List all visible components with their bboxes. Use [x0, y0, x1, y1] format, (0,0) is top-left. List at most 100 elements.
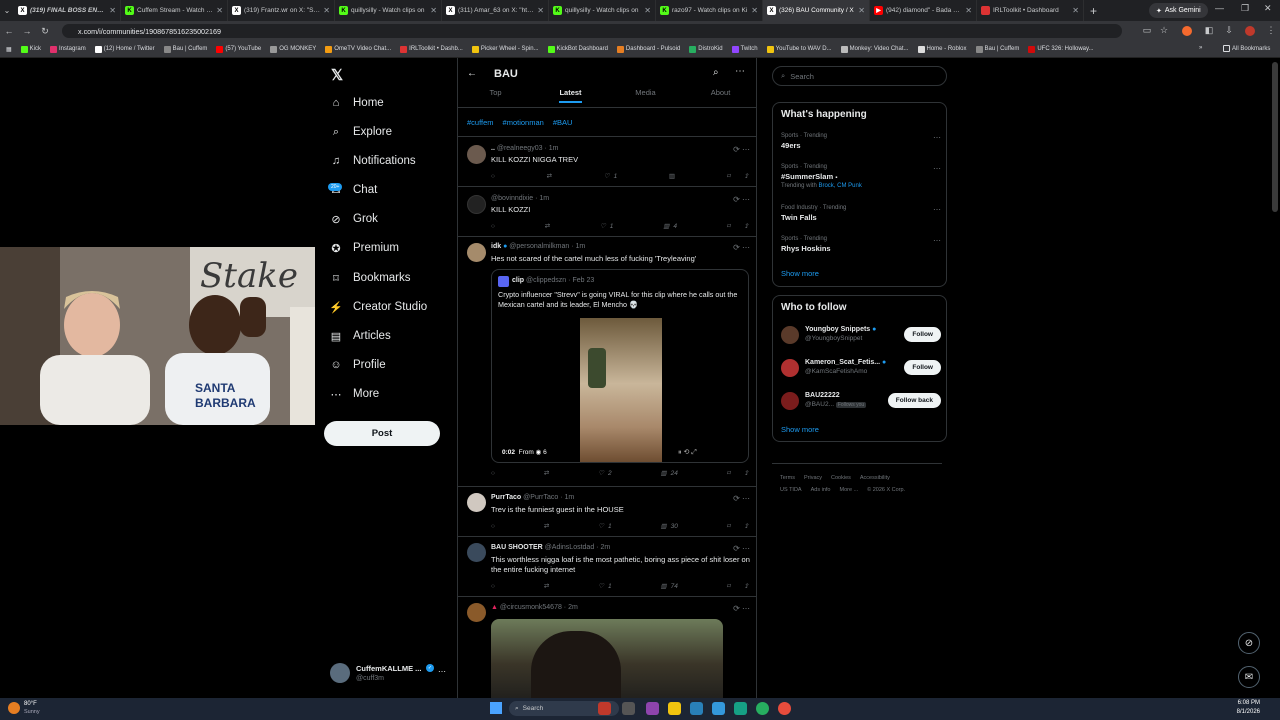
file-explorer-icon[interactable] [668, 702, 681, 715]
views-button[interactable]: ▥ 24 [660, 469, 677, 478]
back-icon[interactable]: ← [0, 26, 18, 36]
post-handle[interactable]: @PurrTaco [523, 494, 558, 501]
show-more-link[interactable]: Show more [781, 425, 819, 434]
hashtag-link[interactable]: #BAU [553, 118, 573, 127]
post-more-icon[interactable]: ⟳ ⋯ [733, 243, 750, 252]
avatar[interactable] [467, 243, 486, 262]
post-handle[interactable]: @circusmonk54678 [500, 604, 562, 611]
post-more-icon[interactable]: ⟳ ⋯ [733, 494, 750, 503]
weather-icon[interactable] [8, 702, 20, 714]
post-handle[interactable]: @realneegy03 [497, 145, 543, 152]
browser-tab[interactable]: K Cuffem Stream - Watch Liv ✕ [121, 0, 228, 21]
star-icon[interactable]: ☆ [1155, 25, 1173, 36]
trend-meta-links[interactable]: Brock, CM Punk [818, 183, 861, 189]
ask-gemini-button[interactable]: ✦ Ask Gemini [1149, 3, 1208, 18]
close-icon[interactable]: ✕ [537, 6, 544, 15]
views-button[interactable]: ▥ 4 [663, 222, 677, 231]
post-more-icon[interactable]: ⟳ ⋯ [733, 604, 750, 613]
share-icon[interactable]: ⇪ [744, 522, 749, 530]
bookmark-item[interactable]: YouTube to WAV D... [766, 45, 832, 53]
bookmark-item[interactable]: Instagram [50, 45, 86, 53]
avatar[interactable] [467, 145, 486, 164]
close-icon[interactable]: ✕ [1072, 6, 1079, 15]
nav-home[interactable]: ⌂ Home [330, 97, 384, 109]
bookmark-icon[interactable]: ⌑ [727, 582, 730, 590]
bookmark-item[interactable]: (57) YouTube [216, 45, 261, 53]
close-icon[interactable]: ✕ [644, 6, 651, 15]
footer-link[interactable]: Privacy [804, 475, 822, 481]
bookmark-item[interactable]: Bau | Cuffem [975, 45, 1019, 53]
extension-icon[interactable] [1182, 26, 1192, 36]
hashtag-link[interactable]: #motionman [503, 118, 544, 127]
post-handle[interactable]: @personalmilkman [509, 243, 569, 250]
follow-suggestion[interactable]: Youngboy Snippets ● @YoungboySnippet Fol… [781, 324, 941, 348]
avatar[interactable] [467, 195, 486, 214]
search-icon[interactable]: ⌕ [713, 67, 719, 78]
footer-link[interactable]: Ads info [811, 487, 831, 493]
nav-premium[interactable]: ✪ Premium [330, 242, 399, 255]
share-icon[interactable]: ⇪ [744, 222, 749, 230]
post-more-icon[interactable]: ⟳ ⋯ [733, 544, 750, 553]
close-icon[interactable]: ✕ [323, 6, 330, 15]
reply-icon[interactable]: ○ [491, 172, 495, 180]
nav-more[interactable]: ⋯ More [330, 388, 380, 401]
post-author[interactable]: idk [491, 243, 501, 250]
reply-icon[interactable]: ○ [491, 469, 495, 477]
bookmarks-overflow-icon[interactable]: » [1199, 45, 1202, 51]
post-handle[interactable]: @bovinndixie [491, 195, 533, 202]
nav-articles[interactable]: ▤ Articles [330, 330, 391, 343]
bookmark-item[interactable]: (12) Home / Twitter [94, 45, 155, 53]
more-icon[interactable]: ⋯ [933, 236, 941, 245]
tab-search-icon[interactable]: ⌄ [0, 6, 14, 15]
account-switcher[interactable]: CuffemKALLME ... ✓ @cuff3m ⋯ [330, 663, 452, 687]
post[interactable]: @bovinndixie · 1m ⟳ ⋯ KILL KOZZI ○ ⇄ ♡ 1 … [458, 186, 756, 236]
tab-media[interactable]: Media [608, 86, 683, 106]
footer-link[interactable]: Terms [780, 475, 795, 481]
like-button[interactable]: ♡ 2 [598, 469, 611, 478]
store-icon[interactable] [712, 702, 725, 715]
bookmark-item[interactable]: UFC 326: Holloway... [1028, 45, 1094, 53]
reply-icon[interactable]: ○ [491, 222, 495, 230]
follow-button[interactable]: Follow [904, 327, 941, 342]
nav-explore[interactable]: ⌕ Explore [330, 126, 392, 139]
forward-icon[interactable]: → [18, 26, 36, 36]
close-icon[interactable]: ✕ [965, 6, 972, 15]
download-icon[interactable]: ⇩ [1220, 25, 1238, 36]
close-icon[interactable]: ✕ [751, 6, 758, 15]
taskbar-app-icon[interactable] [598, 702, 611, 715]
trend-item[interactable]: Sports · Trending #SummerSlam ▪ Trending w… [781, 164, 941, 189]
reply-icon[interactable]: ○ [491, 582, 495, 590]
reload-icon[interactable]: ↻ [36, 26, 54, 37]
post[interactable]: idk ● @personalmilkman · 1m ⟳ ⋯ Hes not … [458, 236, 756, 486]
browser-tab[interactable]: X (319) FINAL BOSS ENGAG ✕ [14, 0, 121, 21]
quoted-post[interactable]: clip @clippedszn · Feb 23 Crypto influen… [491, 269, 749, 463]
browser-tab[interactable]: Kquillysilly - Watch clips on ✕ [549, 0, 656, 21]
grok-icon[interactable]: ⊘ [1238, 632, 1260, 654]
windows-start-icon[interactable] [490, 702, 502, 714]
more-icon[interactable]: ⋯ [735, 66, 745, 77]
like-button[interactable]: ♡ 1 [604, 172, 617, 181]
trend-item[interactable]: Sports · Trending Rhys Hoskins ⋯ [781, 236, 941, 253]
all-bookmarks[interactable]: All Bookmarks [1223, 45, 1270, 52]
bookmark-item[interactable]: Monkey: Video Chat... [840, 45, 909, 53]
footer-link[interactable]: More ... [839, 487, 858, 493]
follow-suggestion[interactable]: BAU22222 @BAU2... Follows you Follow bac… [781, 390, 941, 414]
trend-item[interactable]: Sports · Trending 49ers ⋯ [781, 133, 941, 150]
menu-icon[interactable]: ⋮ [1262, 25, 1280, 36]
nav-profile[interactable]: ☺ Profile [330, 359, 385, 371]
close-icon[interactable]: ✕ [216, 6, 223, 15]
follow-button[interactable]: Follow [904, 360, 941, 375]
browser-tab[interactable]: X (311) Amar_63 on X: "https: ✕ [442, 0, 549, 21]
share-icon[interactable]: ⇪ [744, 469, 749, 477]
footer-link[interactable]: Cookies [831, 475, 851, 481]
bookmark-item[interactable]: Kick [20, 45, 41, 53]
hashtag-link[interactable]: #cuffem [467, 118, 494, 127]
post[interactable]: .. @realneegy03 · 1m ⟳ ⋯ KILL KOZZI NIGG… [458, 136, 756, 186]
bookmark-item[interactable]: OG MONKEY [270, 45, 316, 53]
bookmark-item[interactable]: Home - Roblox [917, 45, 967, 53]
like-button[interactable]: ♡ 1 [598, 522, 611, 531]
extensions-icon[interactable]: ◧ [1200, 25, 1218, 36]
browser-tab[interactable]: Krazo97 - Watch clips on Ki ✕ [656, 0, 763, 21]
bookmark-icon[interactable]: ⌑ [727, 522, 730, 530]
chat-icon[interactable]: ✉ [1238, 666, 1260, 688]
